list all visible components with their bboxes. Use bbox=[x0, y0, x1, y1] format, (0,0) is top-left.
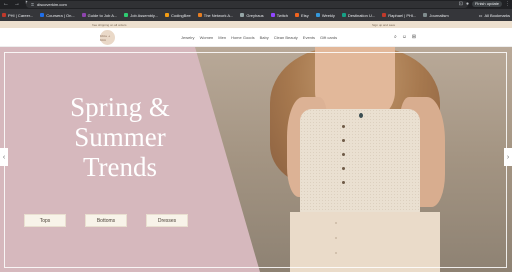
bookmark-item[interactable]: PHI | Career... bbox=[2, 13, 33, 18]
skirt-button bbox=[335, 222, 337, 224]
bookmarks-bar: PHI | Career... Coursera | On... Guide to … bbox=[0, 9, 512, 21]
nav-item[interactable]: Men bbox=[218, 35, 226, 40]
forward-icon[interactable]: → bbox=[14, 0, 20, 9]
bookmark-label: Twitch bbox=[276, 12, 289, 18]
bookmark-favicon-icon bbox=[2, 13, 6, 17]
bookmark-label: Weekly bbox=[321, 12, 335, 18]
bookmark-item[interactable]: Twitch bbox=[270, 12, 289, 18]
menu-dots-icon[interactable]: ⋮ bbox=[505, 1, 510, 7]
nav-item[interactable]: Gift cards bbox=[320, 35, 337, 40]
bookmark-label: Destination U... bbox=[347, 12, 376, 18]
bookmark-favicon-icon bbox=[423, 13, 428, 17]
account-icon[interactable]: ☺ bbox=[402, 34, 407, 40]
bookmark-item[interactable]: Etsy bbox=[295, 13, 309, 18]
all-bookmarks-label: All Bookmarks bbox=[484, 12, 510, 18]
bookmark-label: Guide to Job A... bbox=[87, 12, 118, 18]
top-button bbox=[342, 181, 345, 184]
hero-headline: Spring & Summer Trends bbox=[70, 92, 170, 182]
search-icon[interactable]: ⌕ bbox=[394, 34, 397, 40]
site-logo[interactable]: Khia + Kim bbox=[100, 30, 115, 45]
bookmark-label: Etsy bbox=[301, 12, 309, 18]
crochet-top bbox=[300, 109, 420, 217]
bookmark-item[interactable]: Destination U... bbox=[341, 12, 376, 18]
extensions-icon[interactable]: ⊡ bbox=[459, 1, 463, 7]
bookmark-label: Journalism bbox=[429, 12, 449, 18]
nav-item[interactable]: Baby bbox=[260, 35, 269, 40]
bookmark-item[interactable]: Coursera | On... bbox=[40, 12, 75, 18]
hero-banner: Spring & Summer Trends Tops Bottoms Dres… bbox=[0, 47, 512, 272]
top-button bbox=[342, 153, 345, 156]
bookmark-item[interactable]: Weekly bbox=[315, 12, 335, 18]
finish-update-button[interactable]: Finish update bbox=[471, 1, 502, 7]
main-nav: Jewelry Women Men Home Goods Baby Clean Beaut… bbox=[181, 35, 337, 40]
site-header: Khia + Kim Jewelry Women Men Home Goods Baby… bbox=[0, 28, 512, 47]
promo-left[interactable]: free shipping on all orders bbox=[92, 23, 127, 27]
nav-item[interactable]: Jewelry bbox=[181, 35, 195, 40]
bookmark-label: The Network A... bbox=[203, 12, 234, 18]
bookmark-favicon-icon bbox=[315, 13, 320, 17]
bookmark-favicon-icon bbox=[295, 13, 300, 17]
back-icon[interactable]: ← bbox=[3, 0, 9, 9]
nav-item[interactable]: Home Goods bbox=[231, 35, 255, 40]
header-icons: ⌕ ☺ ⊞ bbox=[394, 34, 416, 40]
bookmark-item[interactable]: Greyhaus bbox=[240, 12, 264, 18]
bookmark-item[interactable]: Job Assembly... bbox=[124, 13, 158, 18]
bookmark-favicon-icon bbox=[197, 13, 202, 17]
promo-bar: free shipping on all orders Sign up and … bbox=[0, 21, 512, 28]
nav-item[interactable]: Events bbox=[303, 35, 315, 40]
logo-text: Khia + Kim bbox=[100, 33, 111, 42]
bookmark-label: Raphael | PHI... bbox=[388, 12, 417, 18]
promo-right[interactable]: Sign up and save bbox=[372, 23, 395, 27]
bookmark-favicon-icon bbox=[81, 13, 86, 17]
nav-item[interactable]: Women bbox=[200, 35, 214, 40]
bookmark-item[interactable]: Journalism bbox=[423, 12, 449, 18]
bookmark-item[interactable]: Raphael | PHI... bbox=[382, 13, 416, 18]
browser-toolbar: ← → ↻ ⚿ discoverkim.com ⊡ ● Finish updat… bbox=[0, 0, 512, 9]
prev-slide-button[interactable]: ‹ bbox=[0, 148, 8, 166]
all-bookmarks-button[interactable]: ▭ All Bookmarks bbox=[479, 9, 510, 21]
bookmark-favicon-icon bbox=[240, 13, 245, 17]
bookmark-label: CodingBee bbox=[170, 12, 191, 18]
dresses-button[interactable]: Dresses bbox=[146, 214, 188, 227]
bookmark-favicon-icon bbox=[124, 13, 129, 17]
bookmark-label: Job Assembly... bbox=[130, 12, 158, 18]
necklace-pendant bbox=[359, 113, 363, 118]
nav-item[interactable]: Clean Beauty bbox=[274, 35, 298, 40]
bookmark-item[interactable]: The Network A... bbox=[197, 12, 234, 18]
top-button bbox=[342, 167, 345, 170]
skirt-button bbox=[335, 237, 337, 239]
bookmark-favicon-icon bbox=[164, 13, 169, 17]
linen-skirt bbox=[290, 212, 440, 272]
folder-icon: ▭ bbox=[478, 12, 483, 18]
cart-icon[interactable]: ⊞ bbox=[412, 34, 416, 40]
chevron-left-icon: ‹ bbox=[2, 153, 6, 161]
bottoms-button[interactable]: Bottoms bbox=[85, 214, 127, 227]
bookmark-item[interactable]: Guide to Job A... bbox=[81, 12, 118, 18]
bookmark-label: Greyhaus bbox=[246, 12, 264, 18]
top-button bbox=[342, 139, 345, 142]
profile-icon[interactable]: ● bbox=[466, 1, 469, 7]
bookmark-favicon-icon bbox=[382, 13, 387, 17]
top-button bbox=[342, 125, 345, 128]
lock-icon[interactable]: ⚿ bbox=[31, 2, 34, 7]
address-url[interactable]: discoverkim.com bbox=[37, 2, 67, 7]
address-bar[interactable]: ⚿ discoverkim.com bbox=[26, 1, 468, 8]
bookmark-label: Coursera | On... bbox=[46, 12, 75, 18]
skirt-button bbox=[335, 252, 337, 254]
next-slide-button[interactable]: › bbox=[504, 148, 512, 166]
bookmark-item[interactable]: CodingBee bbox=[164, 12, 191, 18]
bookmark-favicon-icon bbox=[341, 13, 346, 17]
tops-button[interactable]: Tops bbox=[24, 214, 66, 227]
bookmark-label: PHI | Career... bbox=[8, 12, 34, 18]
bookmark-favicon-icon bbox=[270, 13, 275, 17]
chevron-right-icon: › bbox=[506, 153, 510, 161]
bookmark-favicon-icon bbox=[40, 13, 45, 17]
